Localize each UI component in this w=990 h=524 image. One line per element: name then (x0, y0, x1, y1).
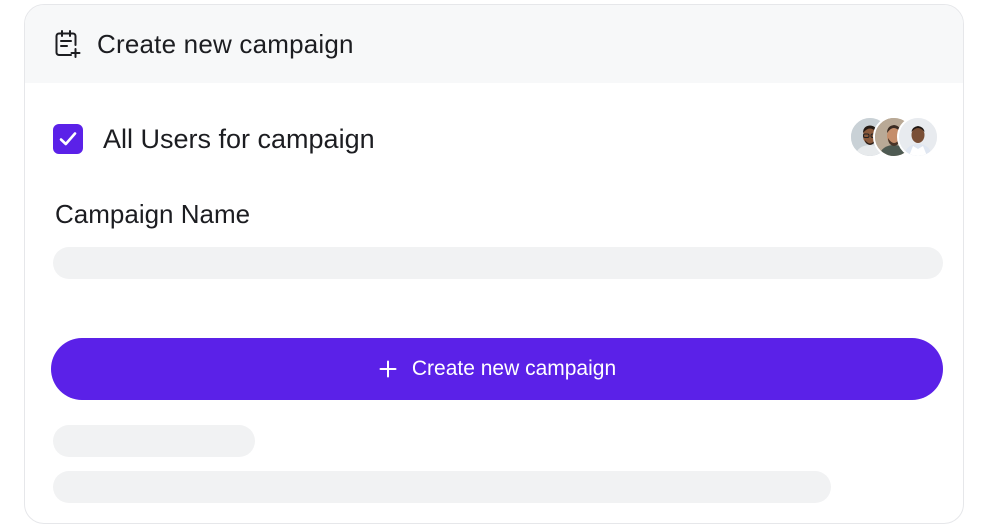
page-title: Create new campaign (97, 28, 354, 59)
card-header: Create new campaign (25, 5, 963, 83)
create-campaign-button[interactable]: Create new campaign (51, 338, 943, 400)
all-users-label: All Users for campaign (103, 123, 375, 154)
campaign-name-label: Campaign Name (55, 199, 251, 229)
all-users-row: All Users for campaign (53, 116, 939, 158)
create-campaign-card: Create new campaign All Users for campai… (24, 4, 964, 524)
skeleton-placeholder (53, 425, 255, 457)
plus-icon (378, 359, 398, 379)
campaign-name-input[interactable] (53, 247, 943, 279)
skeleton-placeholder (53, 471, 831, 503)
all-users-checkbox[interactable] (53, 124, 83, 154)
avatar (897, 116, 939, 158)
calendar-plus-icon (53, 29, 83, 59)
create-campaign-button-label: Create new campaign (411, 357, 617, 380)
checkmark-icon (59, 132, 77, 146)
avatar-group (849, 116, 939, 158)
